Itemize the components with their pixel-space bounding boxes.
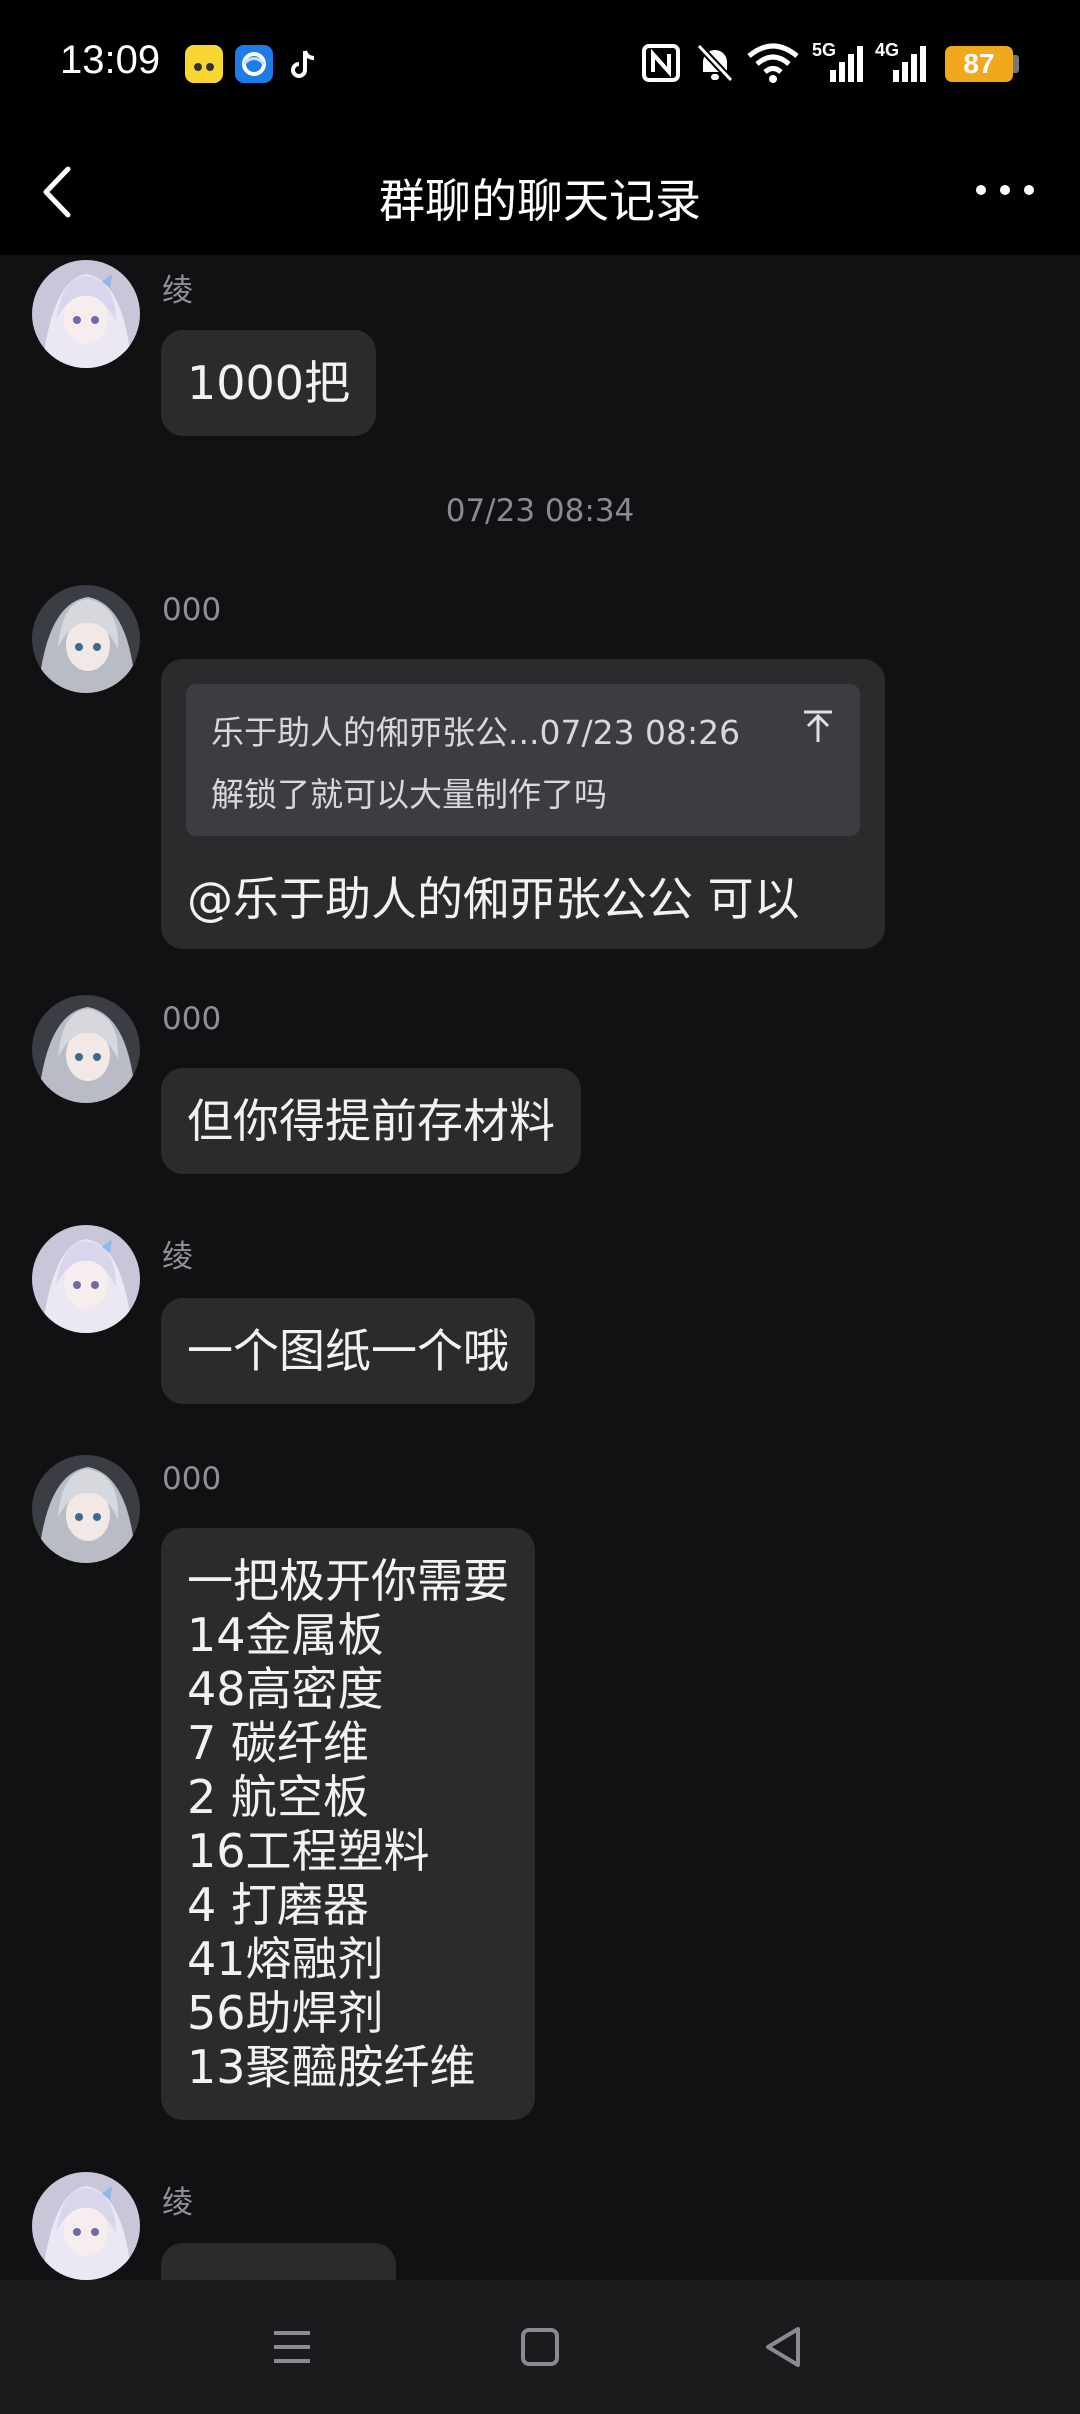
screen: 13:09 5G 4G 87 群聊的聊天记录 绫 1000把 07/23 08:… xyxy=(0,0,1080,2414)
message-bubble[interactable]: 1000把 xyxy=(161,330,377,436)
message-text: 一个图纸一个哦 xyxy=(187,1324,509,1378)
message-text: 但你得提前存材料 xyxy=(187,1094,555,1148)
menu-icon[interactable] xyxy=(260,2315,324,2379)
sender-name: 绫 xyxy=(162,1239,193,1275)
jump-to-top-icon[interactable] xyxy=(798,706,838,746)
more-options-button[interactable] xyxy=(965,155,1045,225)
timestamp: 07/23 08:34 xyxy=(445,493,635,529)
battery-tip xyxy=(1013,55,1019,73)
tiktok-icon xyxy=(285,45,323,83)
battery-icon: 87 xyxy=(945,46,1013,82)
message-bubble[interactable]: 一个图纸一个哦 xyxy=(161,1298,535,1404)
quoted-message[interactable]: 乐于助人的俰丣张公...07/23 08:26 解锁了就可以大量制作了吗 xyxy=(186,684,860,836)
back-triangle-icon[interactable] xyxy=(752,2315,816,2379)
page-title: 群聊的聊天记录 xyxy=(379,174,701,228)
message-text xyxy=(161,2243,396,2280)
signal-icon xyxy=(893,46,926,82)
chat-history[interactable]: 绫 1000把 07/23 08:34 000 乐于助人的俰丣张公...07/2… xyxy=(0,255,1080,2280)
sender-name: 000 xyxy=(162,592,222,628)
chat-header: 群聊的聊天记录 xyxy=(0,125,1080,255)
sender-name: 绫 xyxy=(162,2185,193,2221)
more-icon xyxy=(976,185,1034,195)
avatar[interactable] xyxy=(32,260,140,368)
quote-text: 解锁了就可以大量制作了吗 xyxy=(211,775,607,814)
yellow-app-icon xyxy=(185,45,223,83)
avatar[interactable] xyxy=(32,1225,140,1333)
signal-icon xyxy=(830,46,863,82)
home-icon[interactable] xyxy=(508,2315,572,2379)
nfc-icon xyxy=(642,44,680,82)
wifi-icon xyxy=(747,43,799,83)
sender-name: 绫 xyxy=(162,273,193,309)
signal-5g: 5G xyxy=(812,40,868,86)
message-bubble[interactable] xyxy=(161,2243,396,2280)
message-text: 一把极开你需要 14金属板 48高密度 7 碳纤维 2 航空板 16工程塑料 4… xyxy=(187,1554,509,2094)
sender-name: 000 xyxy=(162,1001,222,1037)
avatar[interactable] xyxy=(32,1455,140,1563)
message-bubble[interactable]: 乐于助人的俰丣张公...07/23 08:26 解锁了就可以大量制作了吗 @乐于… xyxy=(161,659,885,949)
message-text: 1000把 xyxy=(187,356,351,410)
blue-app-icon xyxy=(235,45,273,83)
quote-meta: 乐于助人的俰丣张公...07/23 08:26 xyxy=(211,713,741,752)
mute-icon xyxy=(696,43,734,83)
status-time: 13:09 xyxy=(60,38,161,82)
sender-name: 000 xyxy=(162,1461,222,1497)
avatar[interactable] xyxy=(32,2172,140,2280)
message-bubble[interactable]: 但你得提前存材料 xyxy=(161,1068,581,1174)
message-text: @乐于助人的俰丣张公公 可以 xyxy=(187,872,800,926)
system-nav-bar xyxy=(0,2280,1080,2414)
message-bubble[interactable]: 一把极开你需要 14金属板 48高密度 7 碳纤维 2 航空板 16工程塑料 4… xyxy=(161,1528,535,2120)
avatar[interactable] xyxy=(32,585,140,693)
signal-4g: 4G xyxy=(875,40,931,86)
status-bar: 13:09 5G 4G 87 xyxy=(0,0,1080,125)
avatar[interactable] xyxy=(32,995,140,1103)
